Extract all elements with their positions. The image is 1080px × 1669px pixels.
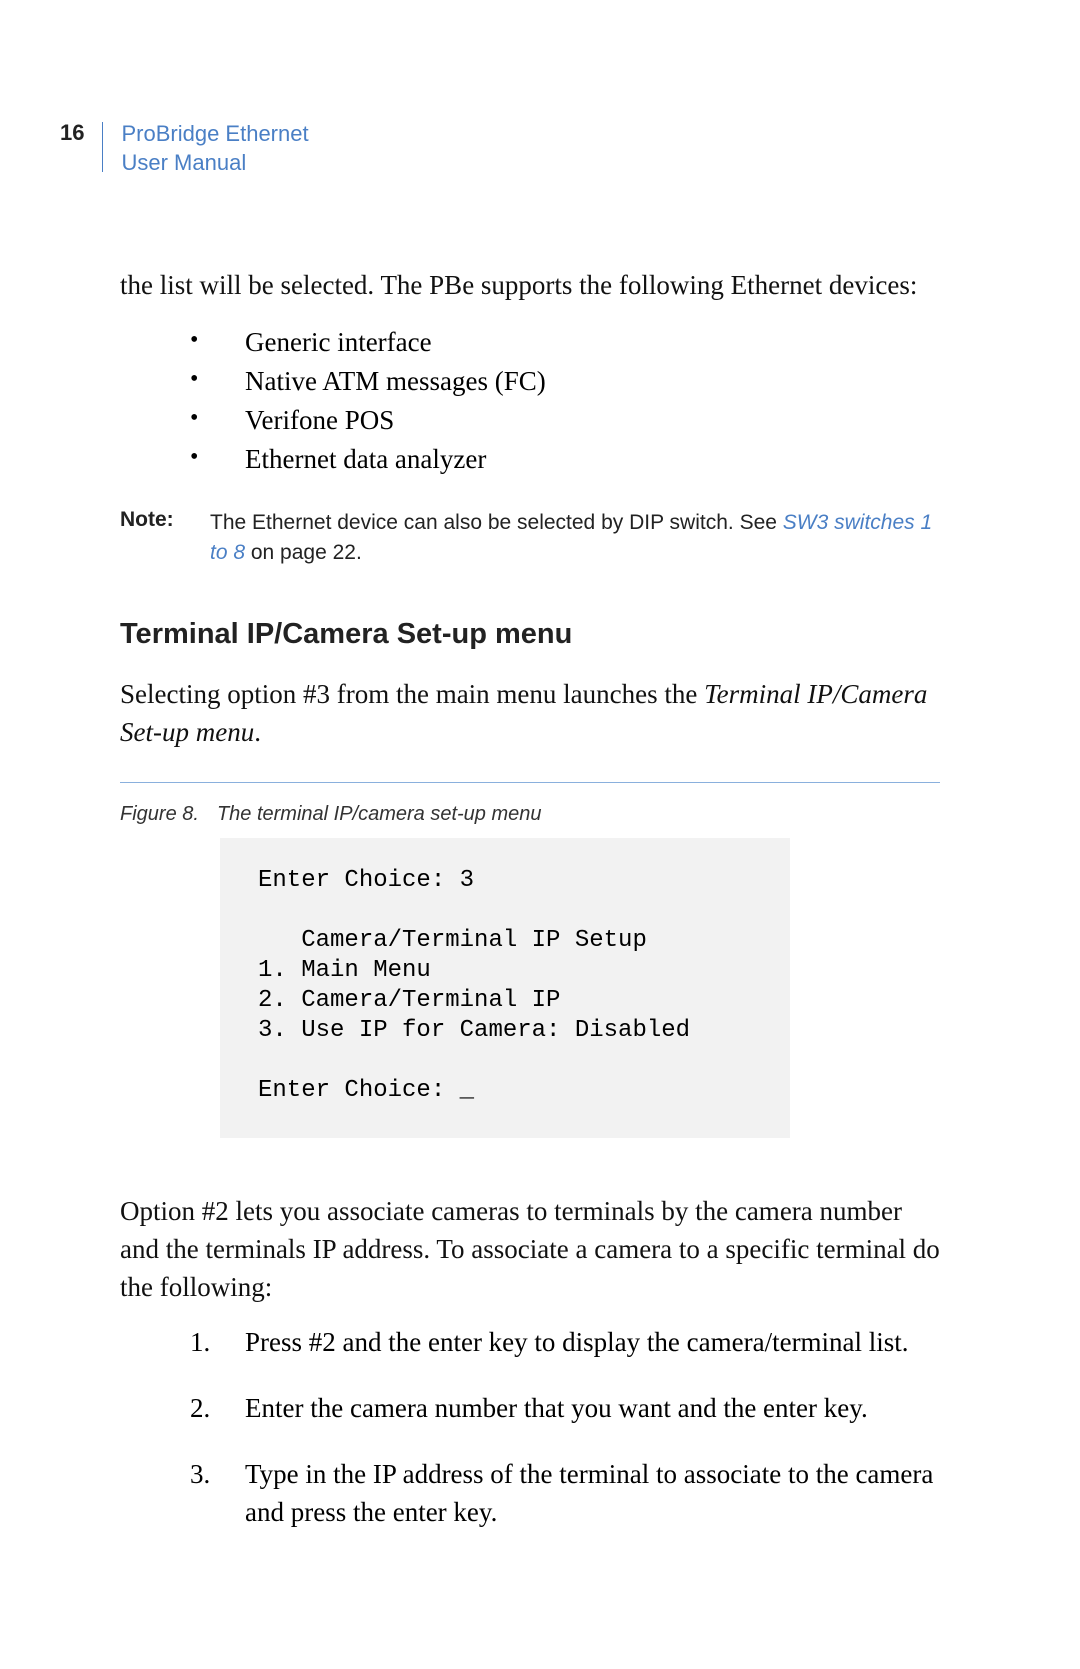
header-titles: ProBridge Ethernet User Manual [121, 120, 308, 177]
list-item: Native ATM messages (FC) [190, 362, 940, 401]
header-title-line2: User Manual [121, 149, 308, 178]
list-item: Type in the IP address of the terminal t… [190, 1456, 940, 1532]
figure-caption-text: The terminal IP/camera set-up menu [217, 803, 542, 825]
section-heading: Terminal IP/Camera Set-up menu [120, 618, 940, 651]
note-text: The Ethernet device can also be selected… [210, 508, 940, 569]
note-text-before: The Ethernet device can also be selected… [210, 511, 783, 534]
section-para-before: Selecting option #3 from the main menu l… [120, 679, 704, 709]
terminal-screenshot: Enter Choice: 3 Camera/Terminal IP Setup… [220, 838, 790, 1138]
device-bullet-list: Generic interface Native ATM messages (F… [190, 323, 940, 480]
list-item: Generic interface [190, 323, 940, 362]
list-item: Press #2 and the enter key to display th… [190, 1324, 940, 1362]
list-item: Ethernet data analyzer [190, 440, 940, 479]
figure-separator [120, 782, 940, 783]
figure-caption: Figure 8. The terminal IP/camera set-up m… [120, 803, 940, 826]
page-header: 16 ProBridge Ethernet User Manual [60, 120, 980, 177]
section-para-after: . [254, 717, 261, 747]
intro-paragraph: the list will be selected. The PBe suppo… [120, 267, 940, 305]
list-item: Verifone POS [190, 401, 940, 440]
section-paragraph: Selecting option #3 from the main menu l… [120, 676, 940, 752]
header-title-line1: ProBridge Ethernet [121, 120, 308, 149]
page-number: 16 [60, 120, 84, 146]
document-page: 16 ProBridge Ethernet User Manual the li… [0, 0, 1080, 1640]
page-content: the list will be selected. The PBe suppo… [120, 267, 940, 1531]
steps-list: Press #2 and the enter key to display th… [190, 1324, 940, 1531]
list-item: Enter the camera number that you want an… [190, 1390, 940, 1428]
note-label: Note: [120, 508, 210, 569]
header-divider [102, 122, 103, 172]
note-block: Note: The Ethernet device can also be se… [120, 508, 940, 569]
option-paragraph: Option #2 lets you associate cameras to … [120, 1193, 940, 1306]
note-text-after: on page 22. [245, 541, 362, 564]
figure-label: Figure 8. [120, 803, 199, 825]
